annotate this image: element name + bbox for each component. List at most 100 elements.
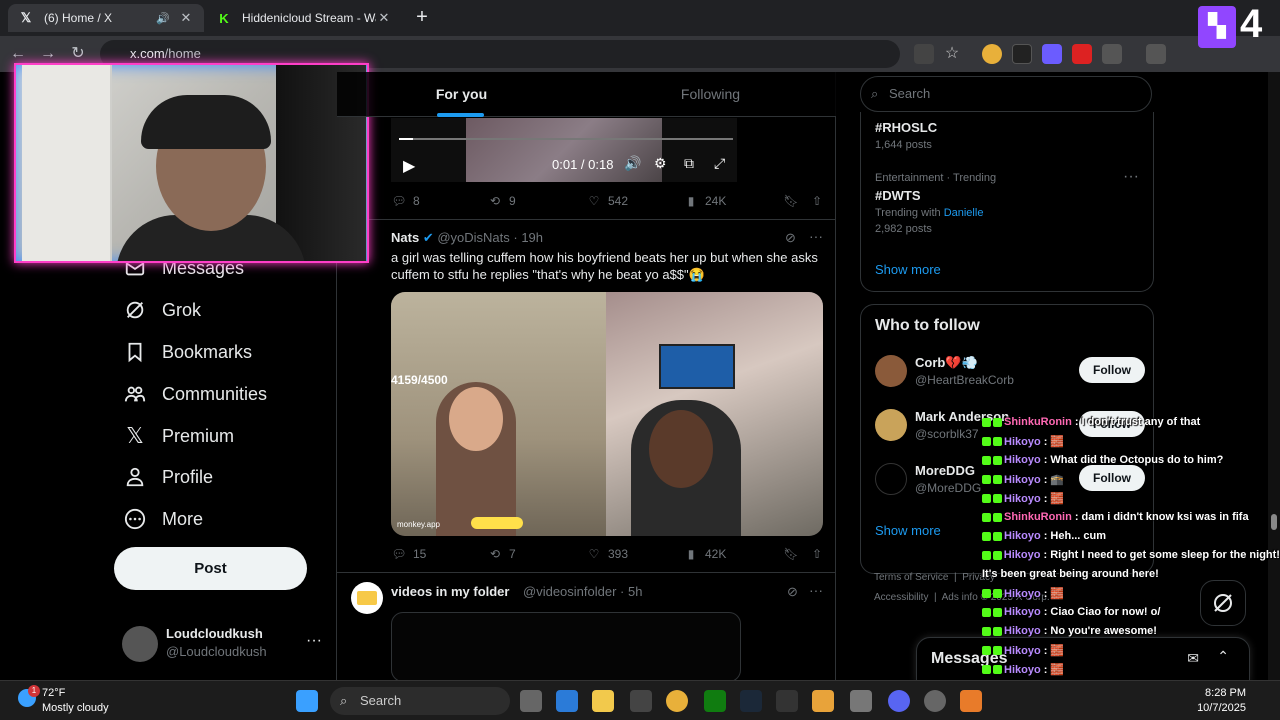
chat-username[interactable]: Hikoyo [1004,549,1041,561]
like-button[interactable]: ♡ 542 [586,193,628,209]
chat-username[interactable]: Hikoyo [1004,625,1041,637]
footer-link[interactable]: Ads info [942,592,978,603]
nav-item-profile[interactable]: Profile [122,457,213,497]
tweet-media[interactable]: 4159/4500 monkey.app [391,292,823,536]
volume-icon[interactable]: 🔊 [624,155,641,172]
chat-message: Hikoyo: 🧱 [982,492,1280,505]
install-icon[interactable] [914,44,934,64]
weather-widget[interactable]: 1 72°F Mostly cloudy [18,685,128,717]
repost-button[interactable]: ⟲ 9 [487,193,516,209]
fullscreen-icon[interactable]: ⤢ [714,155,725,172]
views-button[interactable]: ▮ 24K [683,193,727,209]
tab-for-you[interactable]: For you [337,72,586,117]
author-name[interactable]: Nats [391,230,419,245]
reply-button[interactable]: 💬︎ 15 [391,546,426,562]
search-input[interactable]: ⌕ Search [860,76,1152,112]
star-icon[interactable]: ☆ [942,44,962,64]
extensions-puzzle-icon[interactable] [1102,44,1122,64]
windows-start-icon[interactable] [296,690,318,712]
tab-x-home[interactable]: 𝕏 (6) Home / X 🔊 ✕ [8,4,204,32]
nav-item-premium[interactable]: 𝕏 Premium [122,416,234,456]
follow-button[interactable]: Follow [1079,357,1145,383]
repost-button[interactable]: ⟲ 7 [487,546,516,562]
pip-icon[interactable]: ⧉ [684,155,694,172]
chat-username[interactable]: Hikoyo [1004,436,1041,448]
author-handle[interactable]: @videosinfolder · 5h [523,584,642,599]
chat-username[interactable]: ShinkuRonin [1004,416,1072,428]
trend-tag[interactable]: #RHOSLC [875,120,937,135]
chat-username[interactable]: Hikoyo [1004,454,1041,466]
settings-gear-icon[interactable]: ⚙ [654,155,667,172]
author-handle[interactable]: @yoDisNats · 19h [437,230,543,245]
views-button[interactable]: ▮ 42K [683,546,727,562]
extension-color-icon[interactable] [982,44,1002,64]
chat-username[interactable]: Hikoyo [1004,645,1041,657]
tweet-media[interactable] [391,612,741,680]
system-clock[interactable]: 8:28 PM 10/7/2025 [1196,686,1246,716]
store-icon[interactable] [556,690,578,712]
video-progress-bar[interactable] [399,138,733,140]
show-more-link[interactable]: Show more [875,262,941,277]
post-button[interactable]: Post [114,547,307,590]
nav-item-communities[interactable]: Communities [122,374,267,414]
bookmark-button[interactable]: 🔖︎ [783,193,805,209]
chat-username[interactable]: Hikoyo [1004,664,1041,676]
avatar [875,463,907,495]
grok-icon[interactable]: ⊘ [787,584,798,600]
chat-username[interactable]: Hikoyo [1004,588,1041,600]
obs-icon[interactable] [630,690,652,712]
chat-username[interactable]: Hikoyo [1004,606,1041,618]
avatar[interactable] [351,582,383,614]
chat-username[interactable]: Hikoyo [1004,474,1041,486]
follow-suggestion[interactable]: Corb💔💨 @HeartBreakCorb Follow [875,351,1145,395]
chat-username[interactable]: ShinkuRonin [1004,511,1072,523]
nav-item-bookmarks[interactable]: Bookmarks [122,332,252,372]
grok-icon [122,297,148,323]
trend-tag[interactable]: #DWTS [875,188,921,203]
share-button[interactable]: ⇧ [809,193,831,209]
more-dots-icon[interactable]: ··· [809,228,823,244]
account-switcher[interactable]: Loudcloudkush @Loudcloudkush ··· [122,622,332,666]
extension-red-icon[interactable] [1072,44,1092,64]
settings-gear-icon[interactable] [924,690,946,712]
task-view-icon[interactable] [520,690,542,712]
tab-stream[interactable]: K Hiddenicloud Stream - Watch Li ✕ [206,4,402,32]
chat-username[interactable]: Hikoyo [1004,530,1041,542]
extension-diamond-icon[interactable] [1012,44,1032,64]
sidebar-icon[interactable] [1146,44,1166,64]
app-icon[interactable] [960,690,982,712]
chrome-icon[interactable] [666,690,688,712]
share-button[interactable]: ⇧ [809,546,831,562]
file-explorer-icon[interactable] [592,690,614,712]
footer-link[interactable]: Terms of Service [874,572,948,583]
taskbar-search[interactable]: ⌕ Search [330,687,510,715]
reply-button[interactable]: 💬︎ 8 [391,193,419,209]
like-button[interactable]: ♡ 393 [586,546,628,562]
rockstar-icon[interactable] [812,690,834,712]
trend-with-link[interactable]: Danielle [944,207,984,219]
nav-item-grok[interactable]: Grok [122,290,201,330]
nav-item-more[interactable]: More [122,499,203,539]
xbox-icon[interactable] [704,690,726,712]
play-icon[interactable]: ▶ [403,156,415,176]
show-more-link[interactable]: Show more [875,523,941,538]
extension-twitch-icon[interactable] [1042,44,1062,64]
close-icon[interactable]: ✕ [376,10,392,26]
epic-games-icon[interactable] [776,690,798,712]
grok-icon[interactable]: ⊘ [785,230,796,246]
tab-following[interactable]: Following [586,72,835,117]
more-dots-icon[interactable]: ··· [1123,168,1139,186]
more-dots-icon[interactable]: ··· [809,582,823,598]
app-icon[interactable] [850,690,872,712]
footer-link[interactable]: Accessibility [874,592,928,603]
video-player[interactable]: ▶ 0:01 / 0:18 🔊 ⚙ ⧉ ⤢ [391,118,737,182]
close-icon[interactable]: ✕ [178,10,194,26]
speaker-icon[interactable]: 🔊 [156,12,170,25]
bookmark-button[interactable]: 🔖︎ [783,546,805,562]
author-name[interactable]: videos in my folder [391,584,509,599]
more-dots-icon[interactable]: ··· [306,632,322,650]
chat-username[interactable]: Hikoyo [1004,493,1041,505]
steam-icon[interactable] [740,690,762,712]
new-tab-button[interactable]: + [410,6,434,30]
discord-icon[interactable] [888,690,910,712]
